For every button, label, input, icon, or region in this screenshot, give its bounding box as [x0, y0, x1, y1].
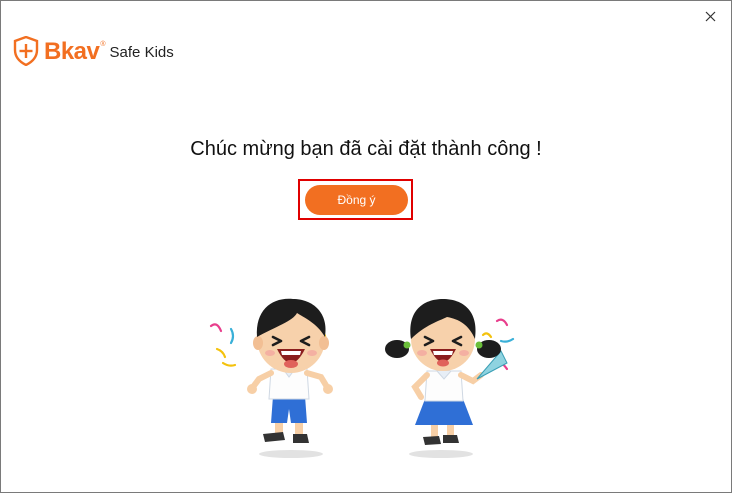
app-logo: Bkav ® Safe Kids [13, 36, 174, 66]
boy-figure [247, 298, 333, 443]
celebration-illustration [209, 298, 515, 458]
shield-icon [13, 36, 39, 66]
boy-shadow [259, 450, 323, 458]
close-icon [705, 11, 715, 21]
brand-name: Bkav [44, 38, 100, 65]
girl-figure [385, 299, 508, 445]
agree-button[interactable]: Đồng ý [305, 185, 408, 215]
installer-window: Bkav ® Safe Kids Chúc mừng bạn đã cài đặ… [0, 0, 732, 493]
close-button[interactable] [699, 5, 721, 27]
girl-shadow [409, 450, 473, 458]
registered-mark: ® [100, 40, 106, 48]
success-message: Chúc mừng bạn đã cài đặt thành công ! [190, 138, 542, 160]
product-name: Safe Kids [109, 43, 174, 61]
